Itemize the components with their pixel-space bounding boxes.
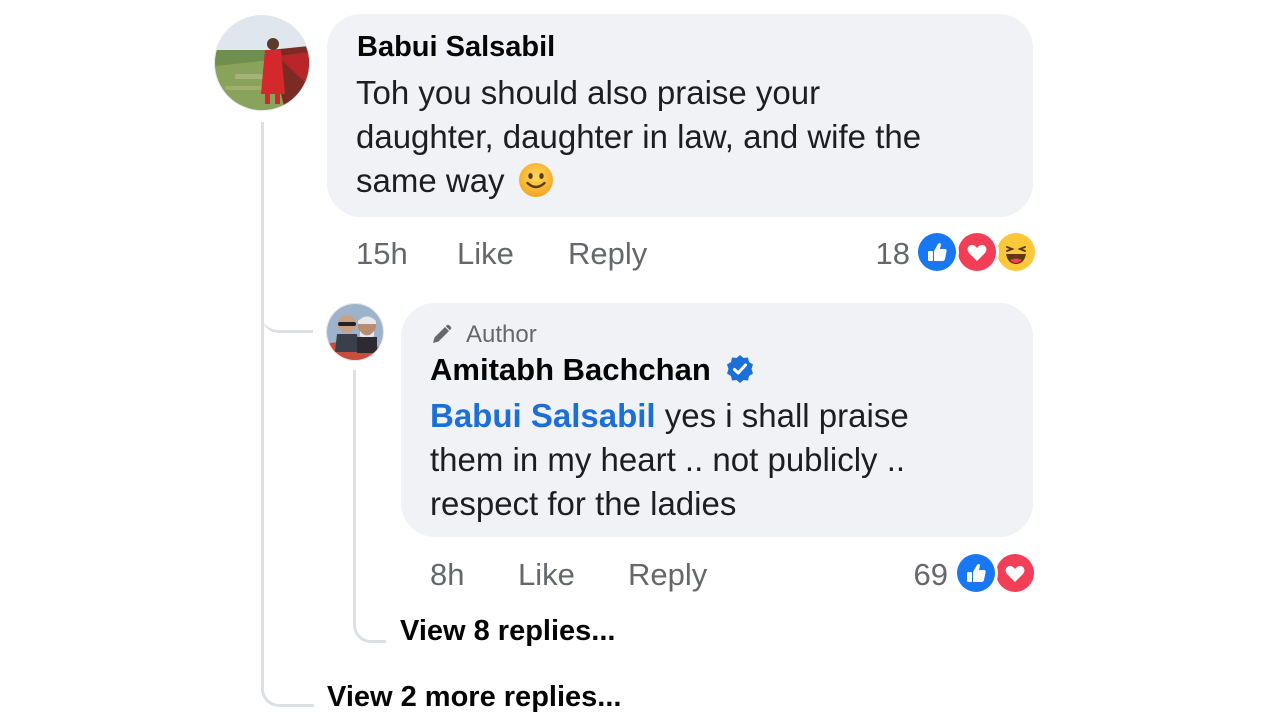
thread-line-inner [353,370,386,643]
haha-icon [994,230,1038,274]
reply-author-name[interactable]: Amitabh Bachchan [430,352,755,388]
like-icon [915,230,959,274]
pencil-icon [430,322,454,346]
thread-connector-reply [261,302,313,333]
like-icon [954,551,998,595]
comment-timestamp[interactable]: 15h [356,236,408,272]
reply-text: Babui Salsabil yes i shall praise them i… [430,394,909,526]
thread-line-outer [261,122,314,707]
reply-timestamp[interactable]: 8h [430,557,464,593]
reply-author-name-text: Amitabh Bachchan [430,352,711,387]
comment-reply-button[interactable]: Reply [568,236,647,272]
reply-text-line-3: respect for the ladies [430,485,737,522]
comment-author-name[interactable]: Babui Salsabil [357,31,555,64]
reply-text-line-2: them in my heart .. not publicly .. [430,441,906,478]
author-badge-label: Author [466,321,537,348]
smile-emoji-icon [518,162,554,198]
comment-text-line-3: same way [356,162,505,199]
comment-reaction-count[interactable]: 18 [852,236,910,272]
comment-text: Toh you should also praise your daughter… [356,71,921,203]
reply-reply-button[interactable]: Reply [628,557,707,593]
reply-like-button[interactable]: Like [518,557,575,593]
avatar-amitabh-bachchan[interactable] [326,303,384,361]
view-more-replies-outer-link[interactable]: View 2 more replies... [327,681,621,714]
comment-like-button[interactable]: Like [457,236,514,272]
reply-text-line-1: yes i shall praise [655,397,909,434]
view-replies-inner-link[interactable]: View 8 replies... [400,615,615,648]
mention-link[interactable]: Babui Salsabil [430,397,656,434]
reply-reaction-count[interactable]: 69 [886,557,948,593]
love-icon [955,230,999,274]
avatar-babui-salsabil[interactable] [214,15,310,111]
comment-text-line-2: daughter, daughter in law, and wife the [356,118,922,155]
comment-text-line-1: Toh you should also praise your [356,74,821,111]
verified-badge-icon [725,354,755,384]
love-icon [993,551,1037,595]
